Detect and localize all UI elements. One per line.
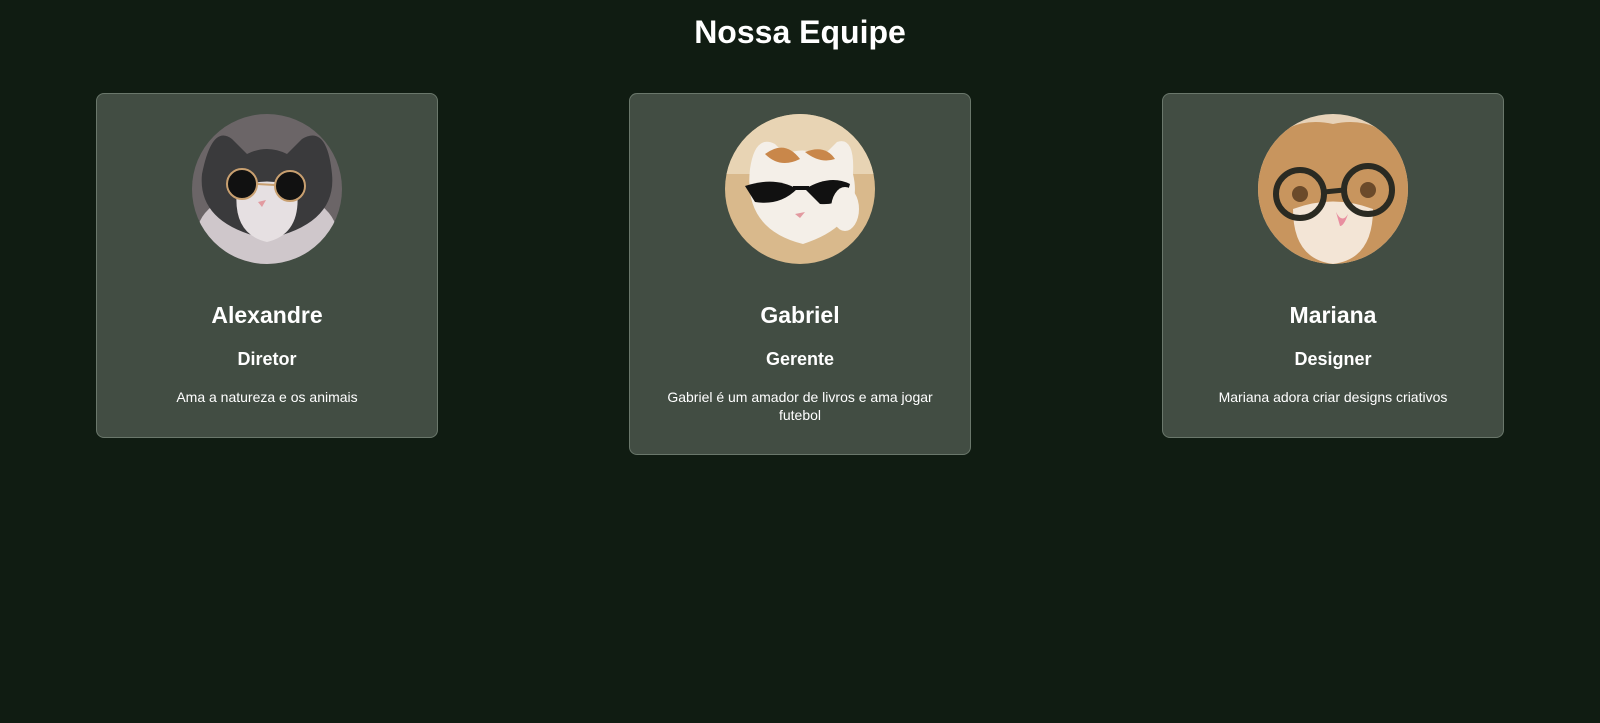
member-description: Ama a natureza e os animais bbox=[176, 389, 358, 405]
member-name: Alexandre bbox=[211, 302, 323, 328]
cat-photo-icon bbox=[725, 114, 875, 264]
member-description: Gabriel é um amador de livros e ama joga… bbox=[667, 389, 933, 423]
cat-photo-icon bbox=[1258, 114, 1408, 264]
page-title: Nossa Equipe bbox=[694, 14, 906, 50]
avatar bbox=[192, 114, 342, 264]
member-name: Gabriel bbox=[760, 302, 840, 328]
team-card-mariana: Mariana Designer Mariana adora criar des… bbox=[1162, 93, 1504, 438]
member-name: Mariana bbox=[1289, 302, 1377, 328]
member-role: Designer bbox=[1294, 349, 1372, 369]
team-card-alexandre: Alexandre Diretor Ama a natureza e os an… bbox=[96, 93, 438, 438]
member-role: Gerente bbox=[765, 349, 835, 369]
member-description: Mariana adora criar designs criativos bbox=[1218, 389, 1448, 405]
member-role: Diretor bbox=[237, 349, 297, 369]
avatar bbox=[1258, 114, 1408, 264]
cat-photo-icon bbox=[192, 114, 342, 264]
avatar bbox=[725, 114, 875, 264]
team-card-gabriel: Gabriel Gerente Gabriel é um amador de l… bbox=[629, 93, 971, 455]
